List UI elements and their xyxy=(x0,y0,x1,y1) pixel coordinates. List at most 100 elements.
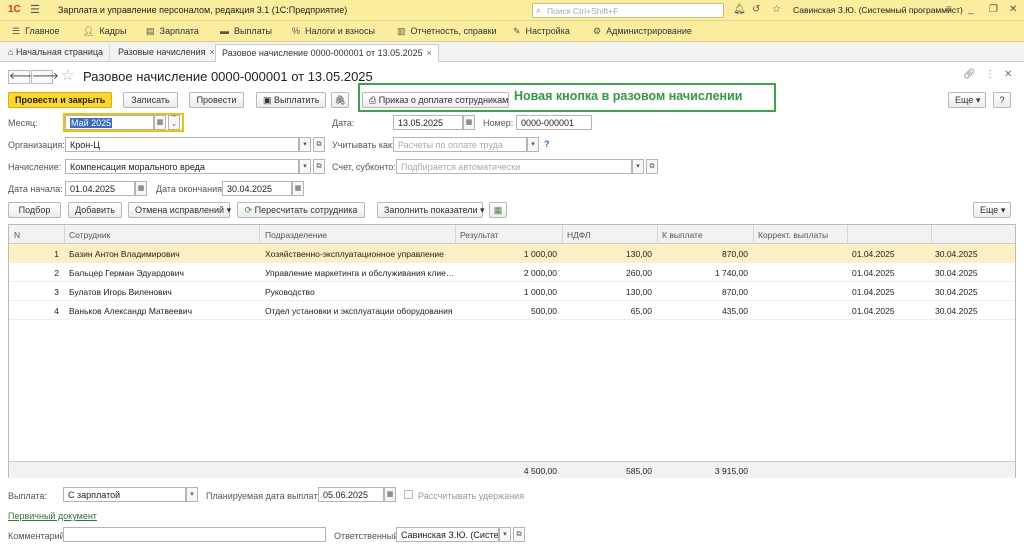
end-date-field[interactable]: 30.04.2025 xyxy=(222,181,292,196)
save-button[interactable]: Записать xyxy=(123,92,178,108)
calendar-icon[interactable]: ▦ xyxy=(463,115,475,130)
main-menu-icon[interactable]: ☰ xyxy=(30,3,40,16)
responsible-field[interactable]: Савинская З.Ю. (Систем xyxy=(396,527,499,542)
section-settings[interactable]: ✎ Настройка xyxy=(513,26,570,37)
column-divider xyxy=(562,225,563,244)
section-hr[interactable]: 👤︎ Кадры xyxy=(83,26,126,37)
comment-field[interactable] xyxy=(63,527,326,542)
planned-date-field[interactable]: 05.06.2025 xyxy=(318,487,384,502)
spreadsheet-icon[interactable]: ▦ xyxy=(489,202,507,218)
employees-table[interactable]: N Сотрудник Подразделение Результат НДФЛ… xyxy=(8,224,1016,478)
help-question-icon[interactable]: ? xyxy=(544,139,550,149)
minimize-icon[interactable]: _ xyxy=(968,4,974,15)
end-date-cell: 30.04.2025 xyxy=(935,268,978,278)
dropdown-icon[interactable]: ▾ xyxy=(299,159,311,174)
month-field[interactable]: Май 2025 xyxy=(65,115,154,130)
wrench-icon: ✎ xyxy=(513,26,521,36)
table-row[interactable]: 4 Ваньков Александр Матвеевич Отдел уста… xyxy=(9,301,1015,320)
close-tab-icon[interactable]: × xyxy=(210,47,215,57)
favorite-star-icon[interactable]: ☆ xyxy=(61,66,74,84)
column-header[interactable]: Сотрудник xyxy=(69,230,110,240)
tab-document[interactable]: Разовое начисление 0000-000001 от 13.05.… xyxy=(215,44,439,62)
month-stepper[interactable]: ⌃ ⌄ xyxy=(168,115,180,130)
deductions-checkbox[interactable] xyxy=(404,490,413,499)
column-header[interactable]: N xyxy=(14,230,20,240)
bell-icon[interactable]: 🔔︎ xyxy=(733,4,746,15)
accrual-field[interactable]: Компенсация морального вреда xyxy=(65,159,299,174)
dropdown-icon[interactable]: ▾ xyxy=(499,527,511,542)
close-icon[interactable]: ✕ xyxy=(1009,4,1017,15)
recalc-employee-button[interactable]: ⟳ Пересчитать сотрудника xyxy=(237,202,365,218)
recalc-icon: ⟳ xyxy=(244,205,255,215)
dropdown-icon[interactable]: ▾ xyxy=(299,137,311,152)
forward-button[interactable]: 🡒 xyxy=(31,70,59,84)
restore-icon[interactable]: ❐ xyxy=(989,4,998,15)
dropdown-icon[interactable]: ▾ xyxy=(527,137,539,152)
ndfl-cell: 130,00 xyxy=(626,249,652,259)
primary-document-link[interactable]: Первичный документ xyxy=(8,511,97,521)
calendar-icon[interactable]: ▦ xyxy=(292,181,304,196)
number-field[interactable]: 0000-000001 xyxy=(516,115,592,130)
attach-button[interactable]: 🖇︎ xyxy=(331,92,349,108)
back-button[interactable]: 🡐 xyxy=(8,70,36,84)
result-cell: 500,00 xyxy=(531,306,557,316)
section-label: Главное xyxy=(25,26,60,36)
user-name[interactable]: Савинская З.Ю. (Системный программист) xyxy=(793,5,963,15)
consider-as-field[interactable]: Расчеты по оплате труда xyxy=(393,137,527,152)
section-payments[interactable]: ▬ Выплаты xyxy=(220,26,272,36)
column-header[interactable]: НДФЛ xyxy=(567,230,590,240)
more-label: Еще xyxy=(980,205,999,215)
section-label: Выплаты xyxy=(234,26,272,36)
grid-more-button[interactable]: Еще ▾ xyxy=(973,202,1011,218)
help-button[interactable]: ? xyxy=(993,92,1011,108)
post-and-close-button[interactable]: Провести и закрыть xyxy=(8,92,112,108)
settings-icon[interactable]: ≡ xyxy=(946,4,952,15)
section-main[interactable]: ☰ Главное xyxy=(12,26,59,37)
organization-field[interactable]: Крон-Ц xyxy=(65,137,299,152)
account-field[interactable]: Подбирается автоматически xyxy=(396,159,632,174)
cancel-fixes-button[interactable]: Отмена исправлений ▾ xyxy=(128,202,231,218)
pick-button[interactable]: Подбор xyxy=(8,202,61,218)
link-icon[interactable]: 🔗︎ xyxy=(963,69,976,80)
column-header[interactable]: Коррект. выплаты xyxy=(758,230,828,240)
start-date-field[interactable]: 01.04.2025 xyxy=(65,181,135,196)
open-icon[interactable]: ⧉ xyxy=(313,159,325,174)
section-taxes[interactable]: % Налоги и взносы xyxy=(292,26,375,36)
favorites-icon[interactable]: ☆ xyxy=(772,4,781,15)
search-input[interactable]: ⌕ Поиск Ctrl+Shift+F xyxy=(532,3,724,18)
dropdown-icon[interactable]: ▾ xyxy=(186,487,198,502)
post-button[interactable]: Провести xyxy=(189,92,244,108)
calendar-icon[interactable]: ▦ xyxy=(135,181,147,196)
pay-button[interactable]: ▣ Выплатить xyxy=(256,92,326,108)
calendar-icon[interactable]: ▦ xyxy=(384,487,396,502)
column-header[interactable]: К выплате xyxy=(662,230,703,240)
order-button[interactable]: ⎙ Приказ о доплате сотрудникам xyxy=(362,92,509,108)
table-row[interactable]: 3 Булатов Игорь Виленович Руководство 1 … xyxy=(9,282,1015,301)
payout-select[interactable]: С зарплатой xyxy=(63,487,186,502)
section-admin[interactable]: ⚙ Администрирование xyxy=(593,26,692,37)
more-button[interactable]: Еще ▾ xyxy=(948,92,986,108)
close-icon[interactable]: ✕ xyxy=(1004,69,1012,80)
open-icon[interactable]: ⧉ xyxy=(646,159,658,174)
close-tab-icon[interactable]: × xyxy=(427,48,432,58)
tab-label: Разовое начисление 0000-000001 от 13.05.… xyxy=(222,48,423,58)
table-row[interactable]: 1 Базин Антон Владимирович Хозяйственно-… xyxy=(9,244,1015,263)
open-icon[interactable]: ⧉ xyxy=(513,527,525,542)
fill-indicators-button[interactable]: Заполнить показатели ▾ xyxy=(377,202,485,218)
tab-accruals-list[interactable]: Разовые начисления × xyxy=(112,44,222,62)
open-icon[interactable]: ⧉ xyxy=(313,137,325,152)
calendar-icon[interactable]: ▦ xyxy=(154,115,166,130)
section-salary[interactable]: ▤ Зарплата xyxy=(146,26,199,37)
history-icon[interactable]: ↺ xyxy=(752,4,760,15)
table-row[interactable]: 2 Бальцер Герман Эдуардович Управление м… xyxy=(9,263,1015,282)
add-button[interactable]: Добавить xyxy=(68,202,122,218)
payout-label: Выплата: xyxy=(8,491,47,501)
section-reports[interactable]: ▥ Отчетность, справки xyxy=(397,26,497,37)
column-header[interactable]: Подразделение xyxy=(265,230,327,240)
dropdown-icon[interactable]: ▾ xyxy=(632,159,644,174)
column-header[interactable]: Результат xyxy=(460,230,499,240)
more-vert-icon[interactable]: ⋮ xyxy=(985,69,995,80)
tab-home[interactable]: ⌂ Начальная страница xyxy=(2,44,111,62)
date-field[interactable]: 13.05.2025 xyxy=(393,115,463,130)
sections-panel: ☰ Главное 👤︎ Кадры ▤ Зарплата ▬ Выплаты % Нал… xyxy=(0,21,1024,42)
